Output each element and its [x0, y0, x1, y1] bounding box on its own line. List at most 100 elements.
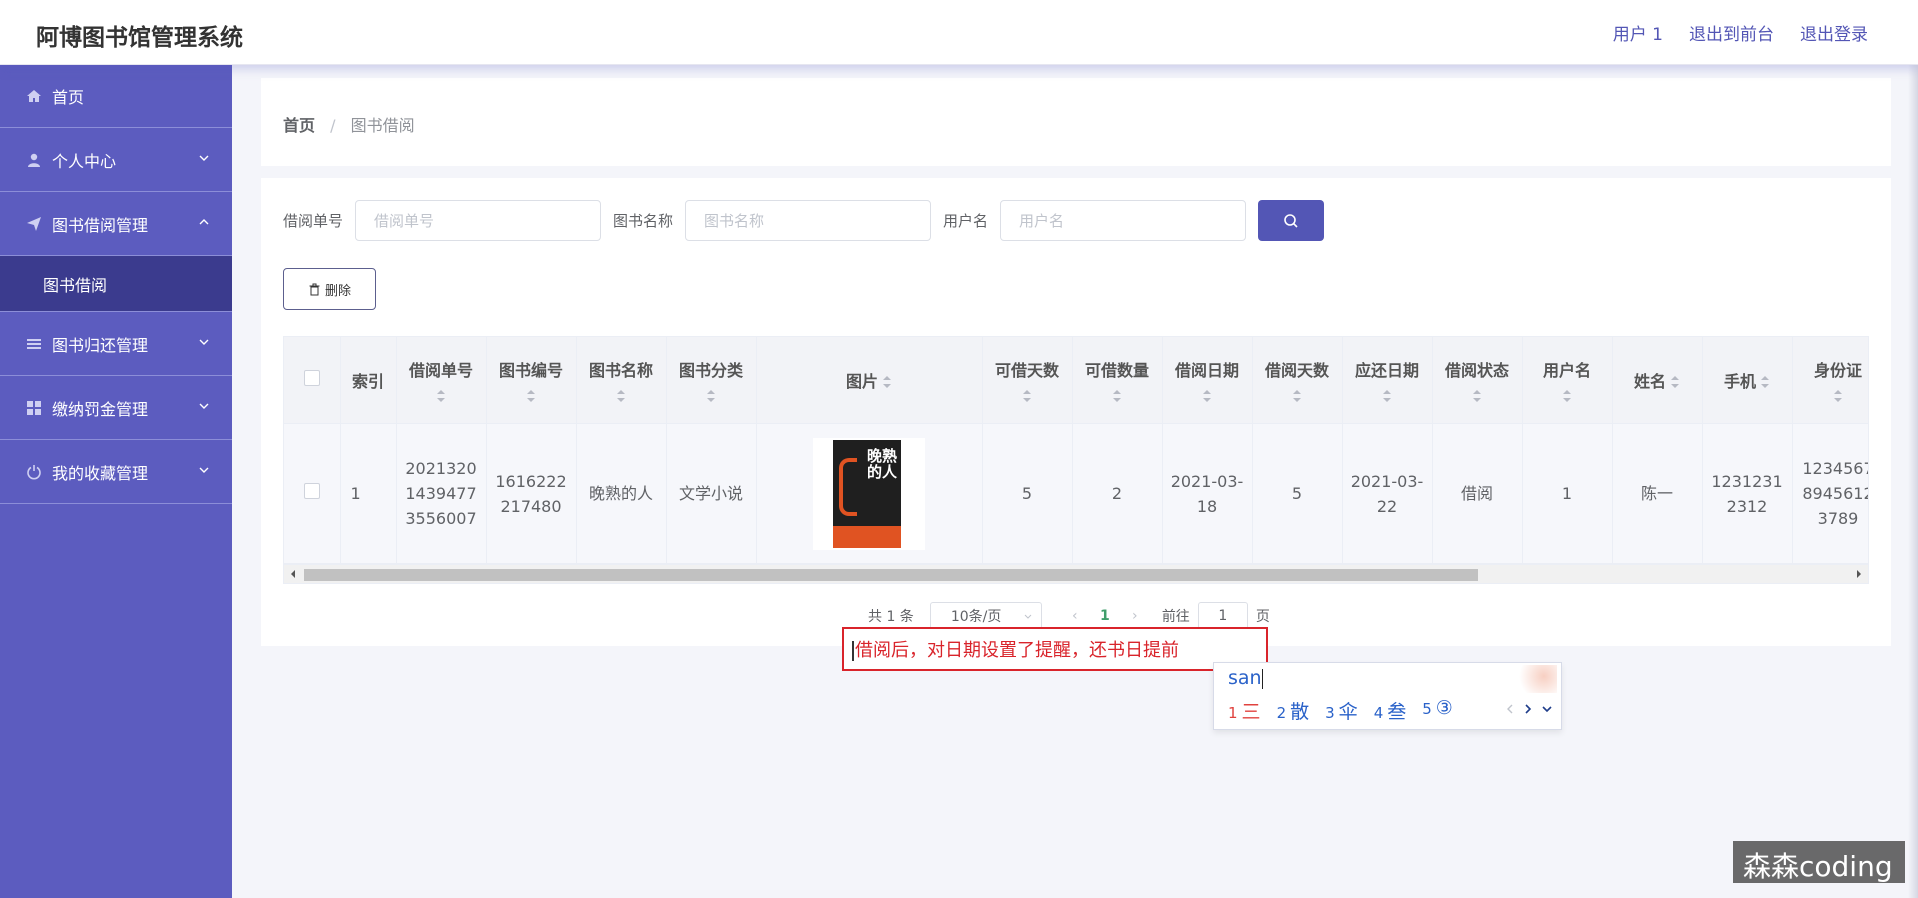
search-button[interactable]: [1258, 200, 1325, 241]
column-header[interactable]: 应还日期: [1342, 337, 1433, 424]
ime-candidate[interactable]: 3伞: [1325, 697, 1358, 724]
sidebar: 首页 个人中心 图书借阅管理 图书借阅 图书归还管理 缴纳罚金管理 我的收藏管理: [0, 65, 232, 898]
row-select-cell: [284, 423, 341, 563]
logout-link[interactable]: 退出登录: [1800, 20, 1868, 45]
text-cursor: [852, 641, 854, 661]
sort-icon[interactable]: [436, 389, 446, 403]
borrow-no-label: 借阅单号: [283, 212, 344, 230]
sort-icon[interactable]: [1022, 389, 1032, 403]
sort-icon[interactable]: [1833, 389, 1843, 403]
cell-phone: 12312312312: [1702, 423, 1793, 563]
sort-icon[interactable]: [1670, 375, 1680, 389]
sidebar-item-label: 图书归还管理: [52, 335, 149, 355]
next-page-button[interactable]: ›: [1120, 608, 1150, 624]
cell-book-name: 晚熟的人: [576, 423, 667, 563]
sidebar-item-personal-center[interactable]: 个人中心: [0, 128, 232, 192]
page-size-select[interactable]: 10条/页: [929, 602, 1042, 630]
cell-name: 陈一: [1612, 423, 1703, 563]
borrow-table: 索引 借阅单号 图书编号 图书名称 图书分类 图片 可借天数 可借数量 借阅日期…: [283, 336, 1869, 564]
column-header[interactable]: 借阅单号: [396, 337, 487, 424]
sort-icon[interactable]: [706, 389, 716, 403]
user-menu[interactable]: 用户 1: [1613, 20, 1663, 45]
cell-qty-available: 2: [1072, 423, 1163, 563]
scrollbar-thumb[interactable]: [304, 569, 1478, 581]
ime-skin-decoration: [1513, 665, 1557, 693]
column-header[interactable]: 可借天数: [982, 337, 1073, 424]
cell-borrow-date: 2021-03-18: [1162, 423, 1253, 563]
ime-pinyin: san: [1228, 667, 1263, 689]
book-name-input[interactable]: [685, 200, 932, 241]
breadcrumb-current: 图书借阅: [350, 116, 415, 135]
goto-prefix: 前往: [1161, 609, 1190, 625]
search-icon: [1284, 213, 1298, 228]
goto-page-input[interactable]: [1197, 602, 1248, 630]
breadcrumb-home[interactable]: 首页: [283, 116, 315, 135]
ime-candidate[interactable]: 4叁: [1374, 697, 1407, 724]
book-cover-title: 晚熟的人: [867, 446, 898, 481]
column-header[interactable]: 姓名: [1612, 337, 1703, 424]
sort-icon[interactable]: [1760, 375, 1770, 389]
column-header[interactable]: 借阅日期: [1162, 337, 1253, 424]
column-header[interactable]: 图书编号: [486, 337, 577, 424]
grid-icon: [27, 400, 41, 415]
ime-candidate[interactable]: 2散: [1277, 697, 1310, 724]
ime-candidate[interactable]: 1三: [1228, 697, 1261, 724]
page-number[interactable]: 1: [1090, 608, 1120, 624]
select-all-checkbox[interactable]: [303, 369, 320, 386]
column-header[interactable]: 借阅天数: [1252, 337, 1343, 424]
ime-expand-icon[interactable]: [1541, 703, 1553, 715]
ime-candidate[interactable]: 5③: [1422, 697, 1453, 724]
delete-label: 删除: [324, 282, 351, 298]
table-row[interactable]: 1 202132014394773556007 1616222217480 晚熟…: [284, 423, 1868, 563]
sidebar-item-return-management[interactable]: 图书归还管理: [0, 312, 232, 376]
chevron-down-icon: [1024, 614, 1032, 619]
scroll-right-icon[interactable]: [1854, 569, 1864, 579]
sort-icon[interactable]: [1562, 389, 1572, 403]
column-header[interactable]: 借阅状态: [1432, 337, 1523, 424]
sort-icon[interactable]: [1202, 389, 1212, 403]
ime-next-icon[interactable]: [1523, 703, 1533, 715]
borrow-no-input[interactable]: [355, 200, 602, 241]
column-header[interactable]: 身份证: [1792, 337, 1868, 424]
cell-status: 借阅: [1432, 423, 1523, 563]
breadcrumb-card: 首页 / 图书借阅: [261, 78, 1891, 166]
row-checkbox[interactable]: [303, 483, 320, 500]
chevron-up-icon: [199, 219, 209, 225]
select-all-cell: [284, 337, 341, 424]
sidebar-item-label: 缴纳罚金管理: [52, 399, 149, 419]
column-header[interactable]: 图书名称: [576, 337, 667, 424]
book-name-label: 图书名称: [613, 212, 674, 230]
column-header[interactable]: 图书分类: [666, 337, 757, 424]
sidebar-item-borrow-management[interactable]: 图书借阅管理: [0, 192, 232, 256]
sort-icon[interactable]: [1472, 389, 1482, 403]
sidebar-item-fine-management[interactable]: 缴纳罚金管理: [0, 376, 232, 440]
column-header[interactable]: 手机: [1702, 337, 1793, 424]
prev-page-button[interactable]: ‹: [1060, 608, 1090, 624]
book-cover-image[interactable]: 晚熟的人: [813, 437, 925, 550]
delete-button[interactable]: 删除: [283, 268, 376, 310]
sort-icon[interactable]: [1382, 389, 1392, 403]
cell-due-date: 2021-03-22: [1342, 423, 1433, 563]
annotation-text: 借阅后，对日期设置了提醒，还书日提前: [855, 640, 1179, 661]
sort-icon[interactable]: [526, 389, 536, 403]
back-to-front-link[interactable]: 退出到前台: [1689, 20, 1774, 45]
ime-prev-icon[interactable]: [1505, 703, 1515, 715]
sidebar-item-label: 个人中心: [52, 151, 117, 171]
column-header[interactable]: 图片: [756, 337, 983, 424]
header-links: 用户 1 退出到前台 退出登录: [1613, 20, 1868, 45]
horizontal-scrollbar[interactable]: [283, 564, 1869, 584]
scroll-left-icon[interactable]: [288, 569, 298, 579]
column-header[interactable]: 可借数量: [1072, 337, 1163, 424]
sidebar-item-favorites-management[interactable]: 我的收藏管理: [0, 440, 232, 504]
column-header[interactable]: 用户名: [1522, 337, 1613, 424]
sidebar-item-home[interactable]: 首页: [0, 65, 232, 128]
main-card: 借阅单号 图书名称 用户名 删除 索引 借阅单号: [261, 178, 1891, 646]
username-input[interactable]: [1000, 200, 1247, 241]
sort-icon[interactable]: [1112, 389, 1122, 403]
sidebar-subitem-book-borrow[interactable]: 图书借阅: [0, 256, 232, 312]
annotation-textbox[interactable]: 借阅后，对日期设置了提醒，还书日提前: [842, 627, 1268, 671]
sort-icon[interactable]: [1292, 389, 1302, 403]
user-icon: [28, 153, 40, 167]
sort-icon[interactable]: [882, 375, 892, 389]
sort-icon[interactable]: [616, 389, 626, 403]
